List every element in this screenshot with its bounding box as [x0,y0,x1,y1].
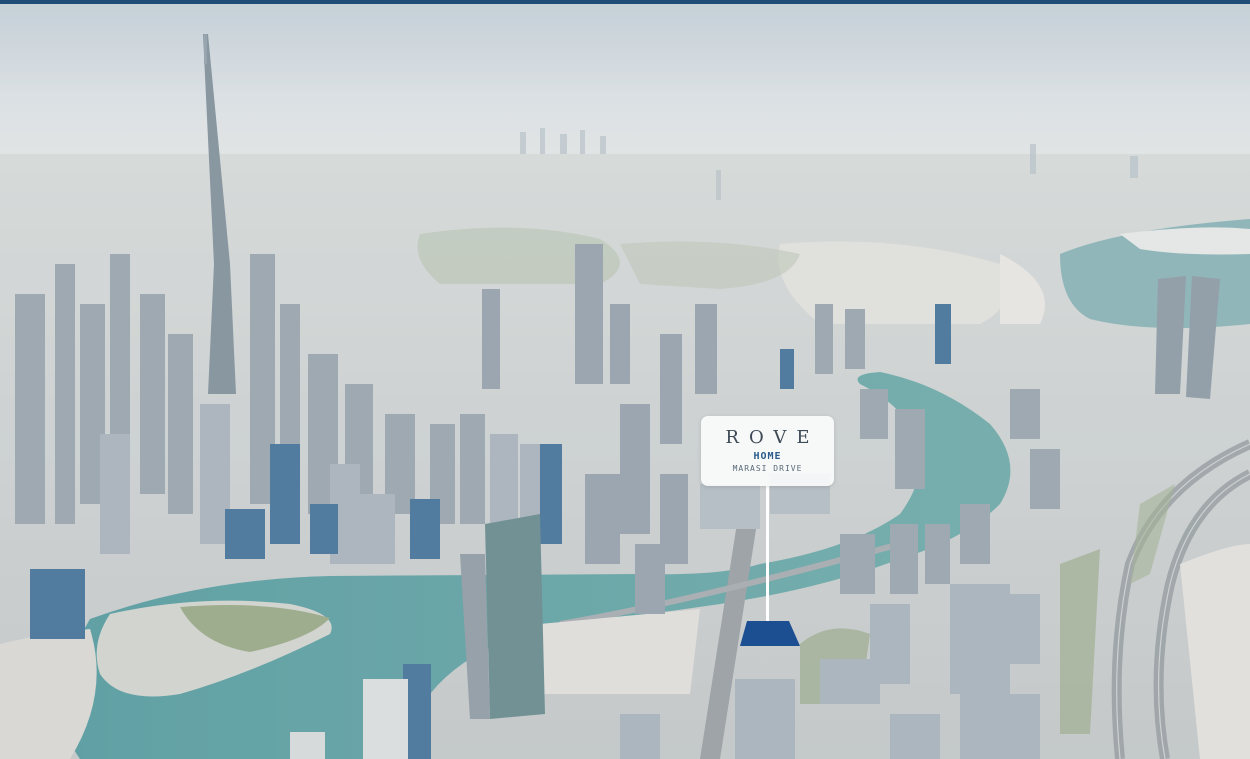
aerial-city-illustration [0,4,1250,759]
pin-title: ROVE [725,427,820,448]
location-pin-line [766,486,769,633]
plot-marker-shape [740,621,800,646]
pin-subtitle: HOME [753,451,782,462]
pin-location-label: MARASI DRIVE [732,464,803,473]
location-pin-card[interactable]: ROVE HOME MARASI DRIVE [701,416,834,486]
aerial-city-photo [0,4,1250,759]
